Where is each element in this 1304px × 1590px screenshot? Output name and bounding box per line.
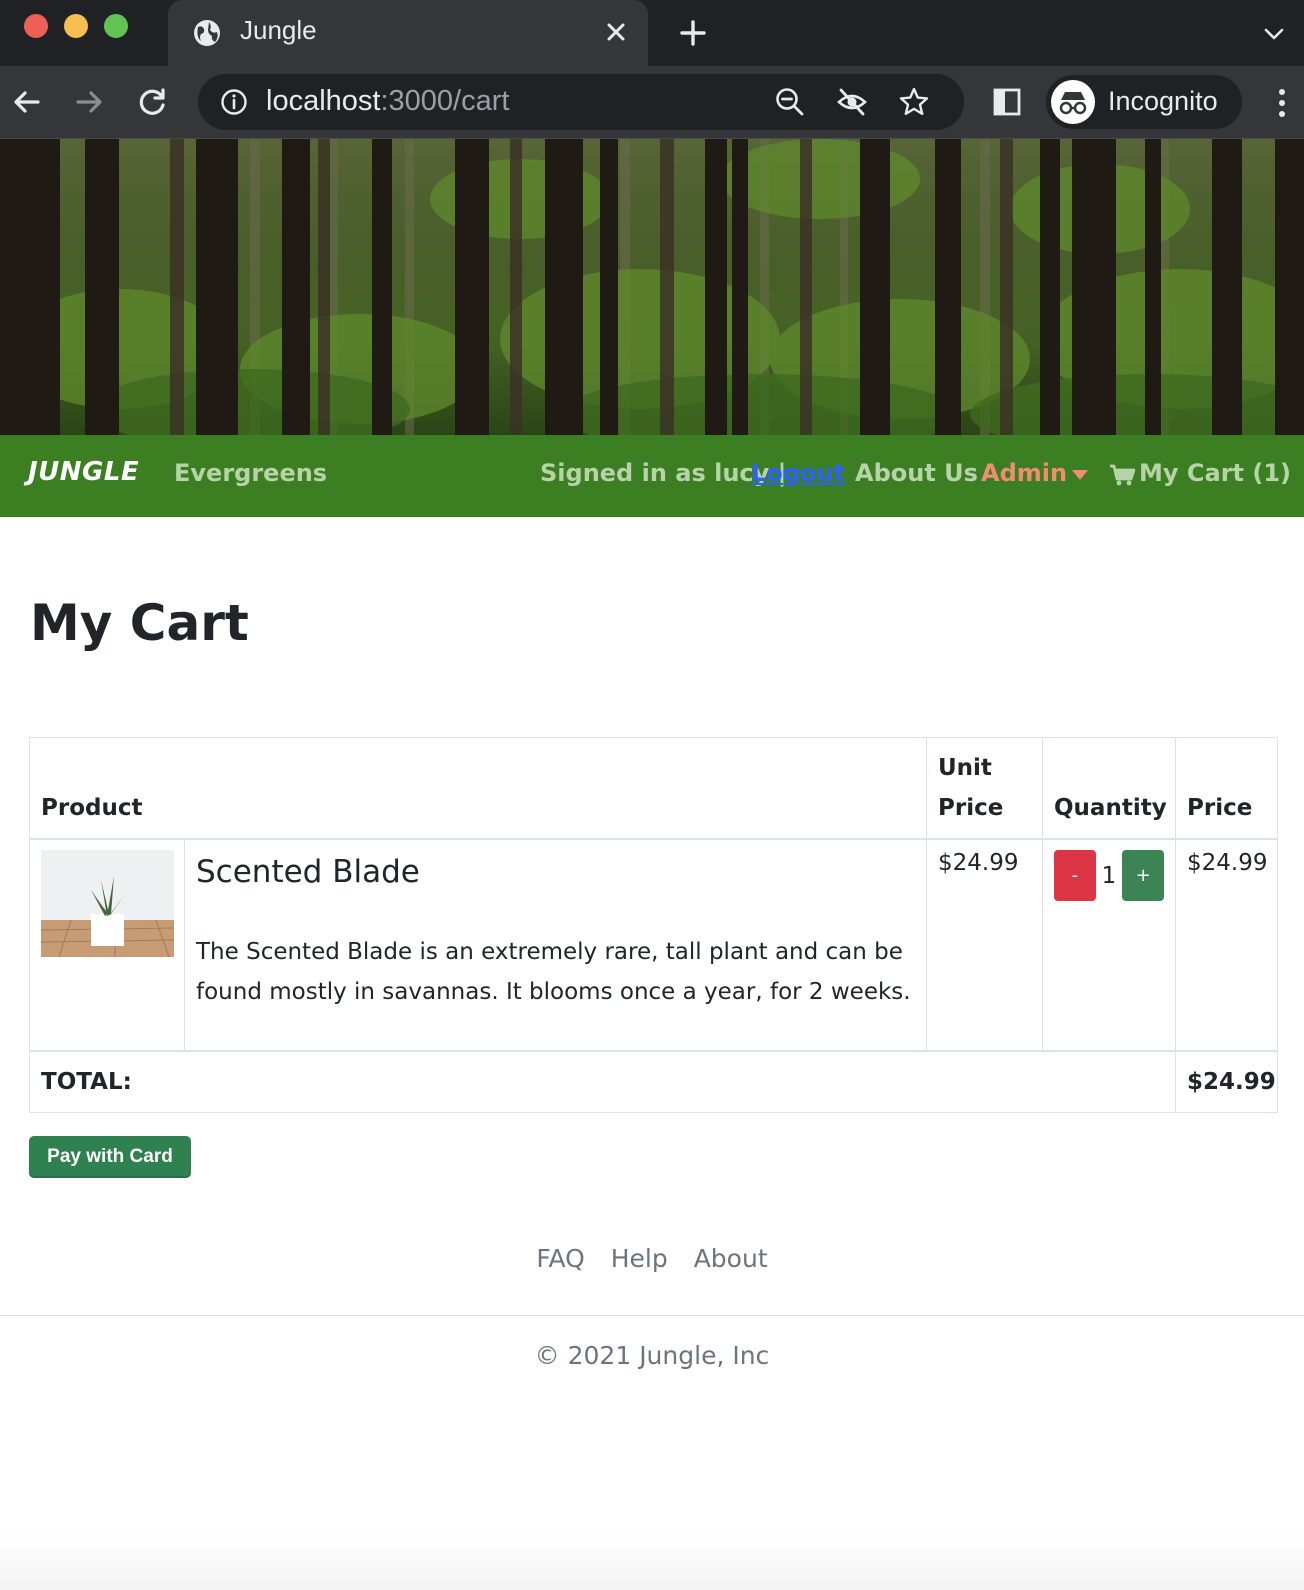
page-title: My Cart	[30, 594, 249, 652]
browser-tab-bar: Jungle	[0, 0, 1304, 66]
tab-title: Jungle	[240, 15, 317, 45]
copyright-text: © 2021 Jungle, Inc	[534, 1341, 770, 1370]
reload-icon[interactable]	[136, 85, 170, 119]
quantity-stepper: - 1 +	[1054, 850, 1164, 901]
footer-link-faq[interactable]: FAQ	[536, 1244, 584, 1273]
quantity-value: 1	[1101, 862, 1117, 889]
close-icon[interactable]	[602, 18, 630, 46]
signed-in-text: Signed in as lucy |	[540, 459, 787, 487]
product-description: The Scented Blade is an extremely rare, …	[196, 939, 911, 1005]
my-cart-link[interactable]: My Cart (1)	[1139, 459, 1291, 487]
browser-tab[interactable]: Jungle	[168, 0, 648, 66]
caret-down-icon[interactable]	[1071, 469, 1089, 481]
close-window-button[interactable]	[24, 14, 48, 38]
brand-logo-link[interactable]: JUNGLE	[28, 457, 139, 487]
star-icon[interactable]	[898, 86, 930, 118]
header-price: Price	[1175, 737, 1278, 840]
eye-off-icon[interactable]	[836, 86, 868, 118]
page-bottom-shade	[0, 1530, 1304, 1590]
incognito-profile-button[interactable]: Incognito	[1046, 75, 1242, 129]
cart-total-row: TOTAL: $24.99	[29, 1050, 1278, 1113]
product-details-cell: Scented Blade The Scented Blade is an ex…	[184, 838, 927, 1052]
product-image-cell	[29, 838, 185, 1052]
side-panel-icon[interactable]	[990, 85, 1024, 119]
header-unit-price: Unit Price	[926, 737, 1043, 840]
logout-link[interactable]: Logout	[751, 459, 845, 487]
browser-toolbar: localhost:3000/cart Incognito	[0, 66, 1304, 139]
more-menu-icon[interactable]	[1270, 86, 1294, 120]
footer-link-help[interactable]: Help	[611, 1244, 668, 1273]
total-value: $24.99	[1175, 1050, 1278, 1113]
decrease-quantity-button[interactable]: -	[1054, 850, 1096, 901]
nav-link-evergreens[interactable]: Evergreens	[174, 459, 327, 487]
product-name[interactable]: Scented Blade	[196, 854, 915, 890]
url-path: :3000/cart	[380, 85, 510, 117]
cart-header-row: Product Unit Price Quantity Price	[29, 737, 1278, 840]
total-label: TOTAL:	[29, 1050, 1176, 1113]
header-product: Product	[29, 737, 927, 840]
maximize-window-button[interactable]	[104, 14, 128, 38]
incognito-label: Incognito	[1108, 86, 1218, 116]
back-icon[interactable]	[10, 85, 44, 119]
nav-link-about-us[interactable]: About Us	[855, 459, 978, 487]
footer-divider	[0, 1315, 1304, 1316]
new-tab-icon[interactable]	[678, 18, 708, 48]
quantity-cell: - 1 +	[1042, 838, 1176, 1052]
site-navbar: JUNGLE Evergreens Signed in as lucy | Lo…	[0, 435, 1304, 517]
url-host: localhost	[266, 85, 381, 117]
globe-icon	[194, 20, 220, 46]
increase-quantity-button[interactable]: +	[1122, 850, 1164, 901]
cart-item-row: Scented Blade The Scented Blade is an ex…	[29, 838, 1278, 1052]
chevron-down-icon[interactable]	[1262, 22, 1286, 46]
footer-link-about[interactable]: About	[694, 1244, 768, 1273]
cart-table: Product Unit Price Quantity Price Scente…	[29, 737, 1278, 1113]
url-text[interactable]: localhost:3000/cart	[266, 85, 509, 118]
line-price-cell: $24.99	[1175, 838, 1278, 1052]
minimize-window-button[interactable]	[64, 14, 88, 38]
incognito-icon	[1051, 80, 1095, 124]
footer-links: FAQ Help About	[0, 1244, 1304, 1273]
zoom-out-icon[interactable]	[774, 86, 806, 118]
unit-price-cell: $24.99	[926, 838, 1043, 1052]
header-quantity: Quantity	[1042, 737, 1176, 840]
info-icon[interactable]	[220, 88, 248, 116]
shopping-cart-icon[interactable]	[1109, 463, 1135, 487]
admin-dropdown-toggle[interactable]: Admin	[981, 459, 1067, 487]
hero-forest-image	[0, 139, 1304, 435]
address-bar[interactable]: localhost:3000/cart	[198, 74, 964, 130]
product-thumbnail[interactable]	[41, 850, 174, 957]
forward-icon[interactable]	[72, 85, 106, 119]
pay-with-card-button[interactable]: Pay with Card	[29, 1136, 191, 1178]
